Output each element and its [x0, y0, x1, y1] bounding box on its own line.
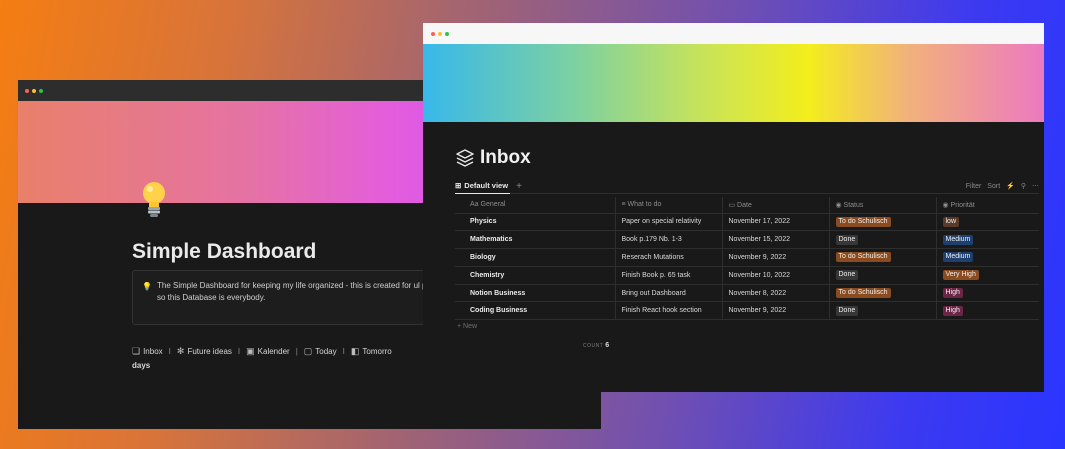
- cell-date[interactable]: November 9, 2022: [722, 301, 830, 321]
- count-summary[interactable]: COUNT 6: [583, 342, 609, 349]
- cell-priority[interactable]: low: [936, 213, 1039, 232]
- cell-status-tag: Done: [835, 270, 859, 281]
- cell-what-to-do[interactable]: Paper on special relativity: [615, 213, 723, 232]
- calendar-icon: ▣: [246, 346, 255, 356]
- inbox-table: Aa General ≡ What to do ▭ Date ◉ Status …: [455, 197, 1039, 321]
- cell-status-tag: Done: [835, 305, 859, 316]
- cell-date[interactable]: November 9, 2022: [722, 248, 830, 267]
- links-tail-text: days: [132, 361, 151, 370]
- link-kalender[interactable]: ▣ Kalender: [246, 346, 290, 357]
- cell-date[interactable]: November 15, 2022: [722, 230, 830, 250]
- link-future-ideas[interactable]: ✻ Future ideas: [177, 346, 232, 357]
- close-window-button[interactable]: [431, 31, 435, 36]
- table-header-row: Aa General ≡ What to do ▭ Date ◉ Status …: [455, 197, 1039, 214]
- page-title: Simple Dashboard: [132, 240, 317, 263]
- cell-priority[interactable]: Medium: [936, 230, 1039, 250]
- table-row[interactable]: Mathematics Book p.179 Nb. 1-3 November 15…: [455, 230, 1039, 250]
- cell-priority-tag: High: [942, 288, 963, 299]
- cell-priority[interactable]: Very High: [936, 266, 1039, 285]
- cell-date[interactable]: November 10, 2022: [722, 266, 830, 285]
- database-view-bar: ⊞ Default view + Filter Sort ⚡ ⚲ ⋯: [455, 179, 1039, 194]
- cell-priority-tag: low: [942, 216, 960, 227]
- cell-general[interactable]: Notion Business: [455, 284, 616, 303]
- cell-priority[interactable]: Medium: [936, 248, 1039, 267]
- tab-default-view[interactable]: ⊞ Default view: [455, 179, 511, 194]
- stack-icon: ❏: [132, 346, 141, 356]
- cell-priority[interactable]: High: [936, 284, 1039, 303]
- lightbulb-icon[interactable]: [139, 180, 169, 220]
- table-row[interactable]: Notion Business Bring out Dashboard Novemb…: [455, 284, 1039, 303]
- column-header-what-to-do[interactable]: ≡ What to do: [615, 197, 723, 214]
- minimize-window-button[interactable]: [32, 88, 36, 93]
- cell-status[interactable]: To do Schulisch: [829, 248, 937, 267]
- cell-status-tag: Done: [835, 234, 859, 245]
- link-tomorrow[interactable]: ◧ Tomorro: [351, 346, 392, 357]
- cell-status[interactable]: Done: [829, 301, 937, 321]
- table-row[interactable]: Chemistry Finish Book p. 65 task November …: [455, 266, 1039, 285]
- link-separator: I: [342, 347, 345, 356]
- page-cover[interactable]: [423, 44, 1044, 122]
- search-icon[interactable]: ⚲: [1021, 182, 1026, 190]
- cell-priority-tag: Very High: [942, 270, 979, 281]
- cell-status[interactable]: To do Schulisch: [829, 213, 937, 232]
- cell-what-to-do[interactable]: Reserach Mutations: [615, 248, 723, 267]
- sort-button[interactable]: Sort: [987, 183, 1000, 190]
- cell-general[interactable]: Mathematics: [455, 230, 616, 250]
- minimize-window-button[interactable]: [438, 31, 442, 36]
- cell-what-to-do[interactable]: Bring out Dashboard: [615, 284, 723, 303]
- cell-what-to-do[interactable]: Finish Book p. 65 task: [615, 266, 723, 285]
- cell-priority-tag: Medium: [942, 252, 974, 263]
- cell-status-tag: To do Schulisch: [835, 288, 891, 299]
- column-header-priority[interactable]: ◉ Priorität: [936, 197, 1039, 214]
- table-row[interactable]: Coding Business Finish React hook section…: [455, 301, 1039, 321]
- stack-icon[interactable]: [455, 148, 475, 168]
- cell-priority-tag: High: [942, 305, 963, 316]
- cell-priority-tag: Medium: [942, 234, 974, 245]
- cell-status[interactable]: Done: [829, 230, 937, 250]
- tomorrow-icon: ◧: [350, 346, 360, 356]
- cell-what-to-do[interactable]: Finish React hook section: [615, 301, 723, 321]
- page-title: Inbox: [455, 147, 531, 169]
- cell-status[interactable]: Done: [829, 266, 937, 285]
- cell-status[interactable]: To do Schulisch: [829, 284, 937, 303]
- link-today[interactable]: ▢ Today: [304, 346, 337, 357]
- add-view-button[interactable]: +: [516, 181, 522, 192]
- new-row-button[interactable]: + New: [457, 323, 477, 330]
- inbox-window: Inbox ⊞ Default view + Filter Sort ⚡ ⚲ ⋯…: [423, 23, 1044, 392]
- cell-general[interactable]: Physics: [455, 213, 616, 232]
- palm-icon: ✻: [176, 346, 185, 356]
- page-icon: ▢: [303, 346, 313, 356]
- cell-date[interactable]: November 8, 2022: [722, 284, 830, 303]
- maximize-window-button[interactable]: [39, 88, 43, 93]
- cell-status-tag: To do Schulisch: [835, 216, 891, 227]
- link-inbox[interactable]: ❏ Inbox: [132, 346, 163, 357]
- cell-general[interactable]: Biology: [455, 248, 616, 267]
- automation-icon[interactable]: ⚡: [1006, 182, 1015, 190]
- close-window-button[interactable]: [25, 88, 29, 93]
- lightbulb-icon: 💡: [142, 282, 152, 291]
- column-header-status[interactable]: ◉ Status: [829, 197, 937, 214]
- filter-button[interactable]: Filter: [966, 183, 982, 190]
- link-separator: |: [295, 347, 298, 356]
- cell-priority[interactable]: High: [936, 301, 1039, 321]
- page-title-text: Inbox: [480, 147, 531, 168]
- link-separator: I: [237, 347, 241, 356]
- cell-status-tag: To do Schulisch: [835, 252, 891, 263]
- more-icon[interactable]: ⋯: [1032, 182, 1039, 190]
- table-row[interactable]: Biology Reserach Mutations November 9, 202…: [455, 248, 1039, 267]
- table-icon: ⊞: [455, 181, 462, 190]
- cell-date[interactable]: November 17, 2022: [722, 213, 830, 232]
- window-titlebar: [423, 23, 1044, 44]
- cell-what-to-do[interactable]: Book p.179 Nb. 1-3: [615, 230, 723, 250]
- column-header-date[interactable]: ▭ Date: [722, 197, 830, 214]
- maximize-window-button[interactable]: [445, 31, 449, 36]
- column-header-general[interactable]: Aa General: [455, 197, 616, 214]
- page-links: ❏ Inbox I ✻ Future ideas I ▣ Kalender | ▢ To…: [132, 346, 392, 357]
- cell-general[interactable]: Chemistry: [455, 266, 616, 285]
- table-row[interactable]: Physics Paper on special relativity Novemb…: [455, 213, 1039, 232]
- link-separator: I: [168, 347, 171, 356]
- cell-general[interactable]: Coding Business: [455, 301, 616, 321]
